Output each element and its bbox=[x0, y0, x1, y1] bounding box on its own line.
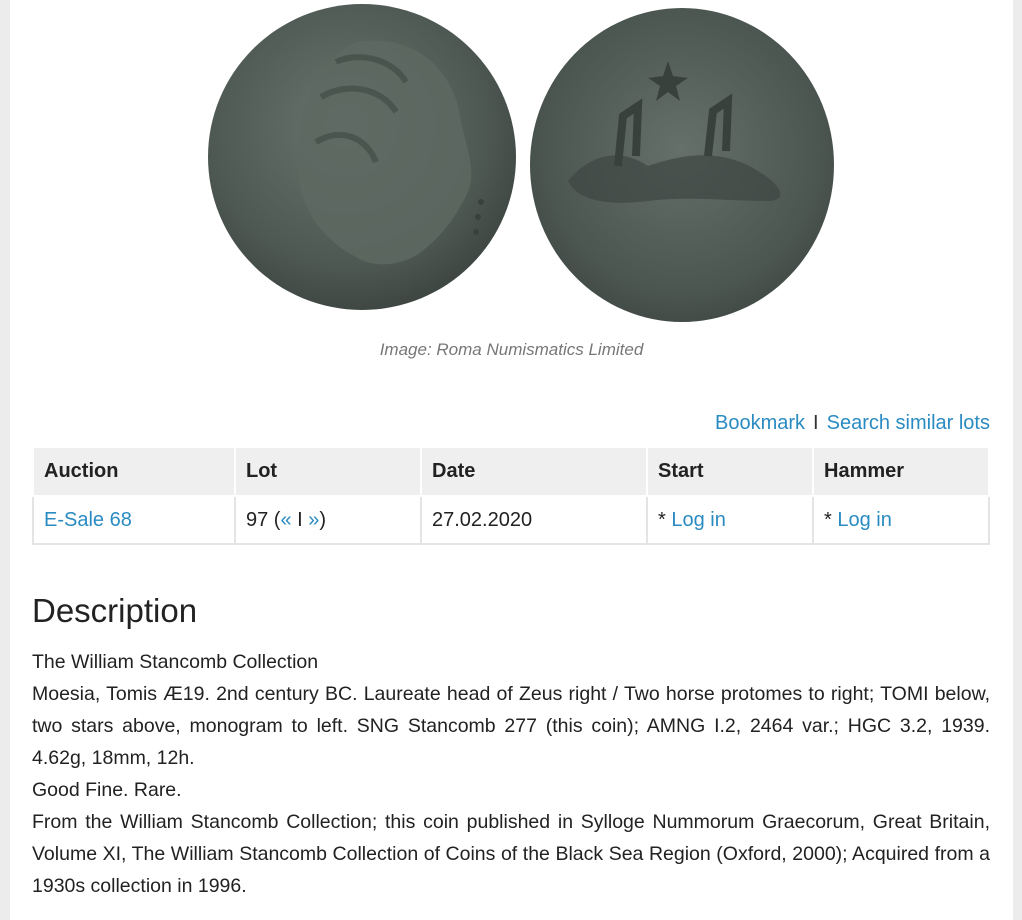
start-prefix: * bbox=[658, 508, 666, 531]
hammer-login-link[interactable]: Log in bbox=[837, 509, 892, 531]
coin-obverse-icon bbox=[206, 2, 518, 312]
auction-cell: E-Sale 68 bbox=[32, 495, 236, 545]
hammer-prefix: * bbox=[824, 508, 832, 531]
table-header-row: Auction Lot Date Start Hammer bbox=[32, 448, 990, 497]
lot-info-table: Auction Lot Date Start Hammer E-Sale 68 … bbox=[32, 448, 990, 545]
description-line: Moesia, Tomis Æ19. 2nd century BC. Laure… bbox=[32, 683, 990, 769]
description-line: The William Stancomb Collection bbox=[32, 651, 319, 673]
bookmark-link[interactable]: Bookmark bbox=[715, 412, 805, 434]
lot-number: 97 bbox=[246, 508, 269, 531]
lot-actions: Bookmark I Search similar lots bbox=[715, 412, 990, 435]
col-auction: Auction bbox=[32, 448, 236, 497]
action-separator: I bbox=[813, 412, 819, 434]
auction-link[interactable]: E-Sale 68 bbox=[44, 509, 132, 531]
description-title: Description bbox=[32, 592, 198, 629]
previous-lot-link[interactable]: « bbox=[280, 509, 291, 531]
col-lot: Lot bbox=[234, 448, 422, 497]
coin-image[interactable] bbox=[190, 0, 850, 330]
image-credit: Image: Roma Numismatics Limited bbox=[379, 340, 644, 359]
lot-nav-separator: I bbox=[297, 508, 303, 531]
table-row: E-Sale 68 97 (« I ») 27.02.2020 * Log in… bbox=[32, 495, 990, 545]
date-cell: 27.02.2020 bbox=[420, 495, 648, 545]
col-hammer: Hammer bbox=[812, 448, 990, 497]
description-line: From the William Stancomb Collection; th… bbox=[32, 811, 990, 897]
lot-cell: 97 (« I ») bbox=[234, 495, 422, 545]
coin-reverse-icon bbox=[528, 6, 836, 324]
next-lot-link[interactable]: » bbox=[308, 509, 319, 531]
description-line: Good Fine. Rare. bbox=[32, 779, 182, 801]
search-similar-lots-link[interactable]: Search similar lots bbox=[827, 412, 990, 434]
start-cell: * Log in bbox=[646, 495, 814, 545]
start-login-link[interactable]: Log in bbox=[671, 509, 726, 531]
hammer-cell: * Log in bbox=[812, 495, 990, 545]
col-start: Start bbox=[646, 448, 814, 497]
col-date: Date bbox=[420, 448, 648, 497]
description-body: The William Stancomb Collection Moesia, … bbox=[32, 646, 990, 902]
lot-page: Image: Roma Numismatics Limited Bookmark… bbox=[10, 0, 1013, 920]
